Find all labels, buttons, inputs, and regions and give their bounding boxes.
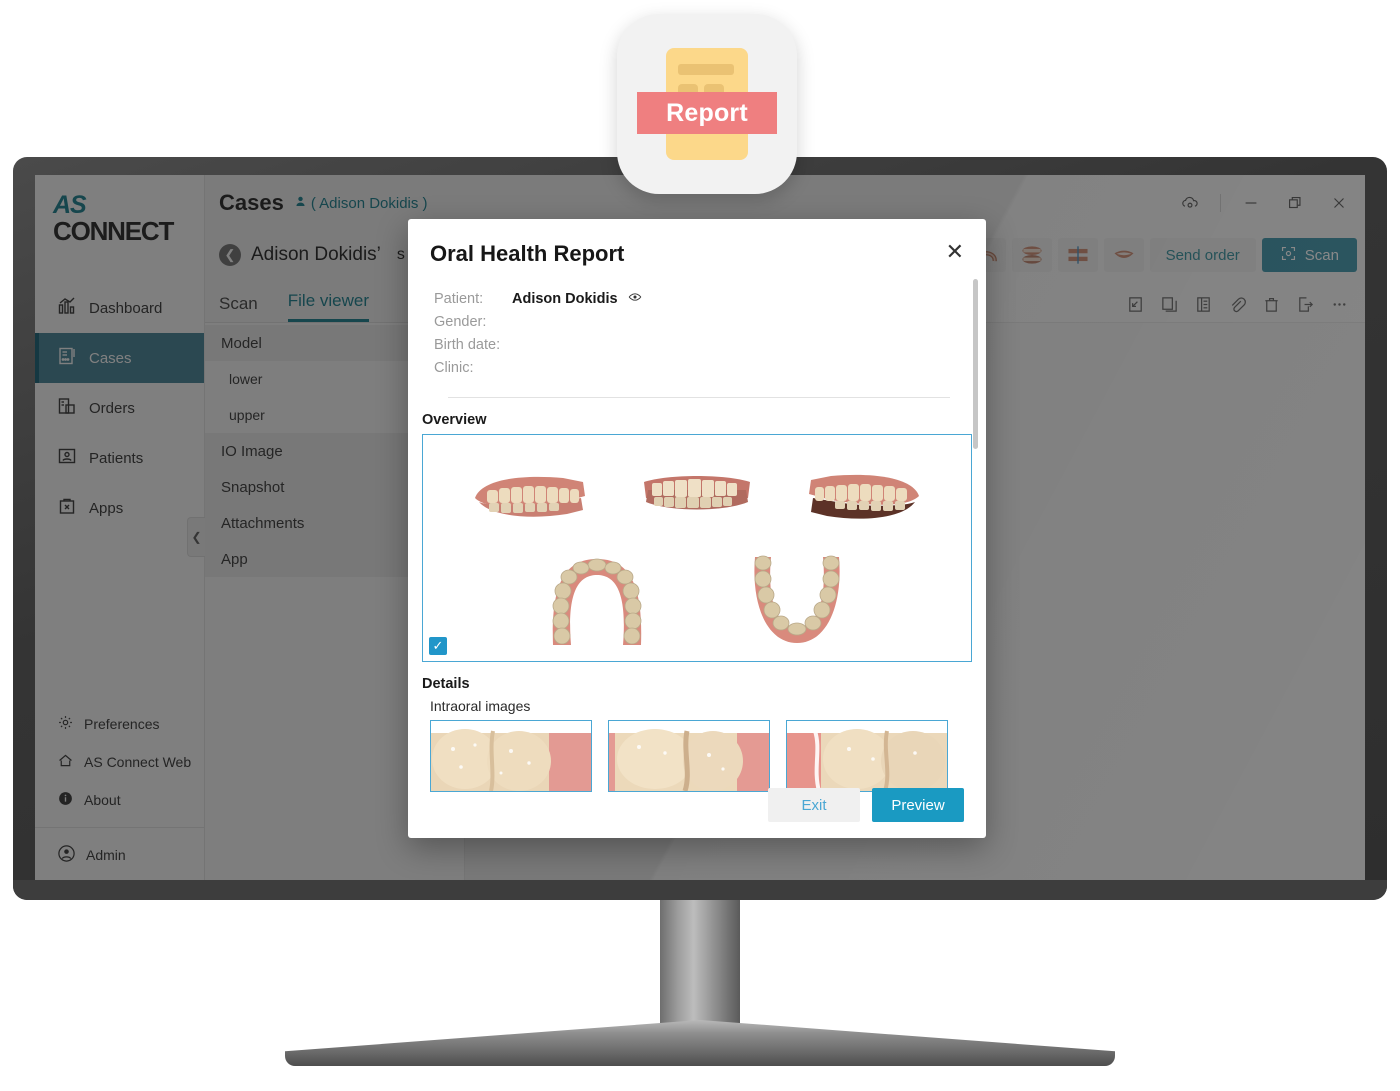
meta-label: Gender: — [434, 313, 487, 330]
details-section-title: Details — [422, 676, 470, 692]
doc-line — [678, 64, 734, 75]
meta-label: Patient: — [434, 290, 484, 307]
overview-section-title: Overview — [422, 412, 487, 428]
dialog-footer: Exit Preview — [408, 776, 986, 838]
arch-views-row-bottom — [423, 553, 971, 649]
monitor-stand-base — [285, 1020, 1115, 1066]
meta-row-clinic: Clinic: — [434, 356, 964, 379]
exit-button[interactable]: Exit — [768, 788, 860, 822]
dialog-header: Oral Health Report ✕ — [408, 219, 986, 275]
monitor-chin — [13, 880, 1387, 900]
checkmark-icon: ✓ — [432, 638, 444, 653]
meta-value: Adison Dokidis — [512, 290, 618, 307]
meta-label: Birth date: — [434, 336, 501, 353]
arch-views-row-top — [423, 435, 971, 553]
oral-health-report-dialog: Oral Health Report ✕ Patient: Adison Dok… — [408, 219, 986, 838]
close-icon[interactable]: ✕ — [946, 241, 964, 263]
eye-icon[interactable] — [628, 290, 642, 308]
right-buccal-view — [474, 476, 585, 517]
dialog-title: Oral Health Report — [430, 241, 625, 266]
overview-preview-box[interactable]: ✓ — [422, 434, 972, 662]
meta-row-gender: Gender: — [434, 310, 964, 333]
dialog-divider — [448, 397, 950, 398]
lower-occlusal-view — [754, 555, 840, 643]
anterior-view — [643, 476, 750, 510]
left-buccal-view — [809, 474, 920, 519]
report-ribbon-label: Report — [637, 92, 777, 134]
preview-button[interactable]: Preview — [872, 788, 964, 822]
meta-row-birthdate: Birth date: — [434, 333, 964, 356]
monitor-stand-neck — [660, 899, 740, 1034]
report-app-icon[interactable]: Report — [617, 14, 797, 194]
upper-occlusal-view — [552, 558, 642, 645]
dialog-scrollbar[interactable] — [973, 279, 978, 449]
screenshot-stage: Report AS CONNECT — [0, 0, 1400, 1091]
patient-meta: Patient: Adison Dokidis Gender: Birth da… — [408, 275, 986, 398]
meta-label: Clinic: — [434, 359, 474, 376]
dialog-body: Overview ✓ Details Intraoral images — [408, 398, 986, 792]
monitor-screen: AS CONNECT Dashboard — [35, 175, 1365, 880]
meta-row-patient: Patient: Adison Dokidis — [434, 287, 964, 310]
overview-checkbox[interactable]: ✓ — [429, 637, 447, 655]
intraoral-images-label: Intraoral images — [430, 698, 531, 714]
